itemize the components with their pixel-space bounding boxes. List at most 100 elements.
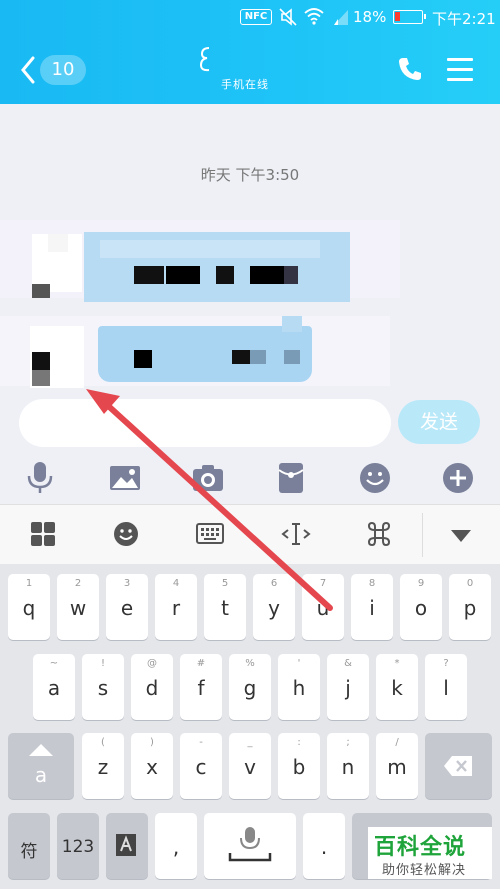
key-hint: / bbox=[395, 737, 399, 748]
apps-grid-icon[interactable] bbox=[30, 521, 56, 547]
key-hint: 8 bbox=[368, 578, 376, 589]
key-label: m bbox=[387, 755, 407, 779]
key-v[interactable]: _ v bbox=[229, 733, 271, 799]
key-o[interactable]: 9o bbox=[400, 574, 442, 640]
send-button[interactable]: 发送 bbox=[398, 400, 480, 444]
online-status: 手机在线 bbox=[221, 78, 269, 91]
shift-arrow-icon bbox=[29, 744, 53, 756]
space-key[interactable] bbox=[204, 813, 296, 879]
message-input[interactable] bbox=[19, 399, 391, 447]
numbers-key[interactable]: 123 bbox=[57, 813, 99, 879]
plus-icon[interactable] bbox=[440, 460, 476, 496]
key-label: d bbox=[145, 676, 159, 700]
key-c[interactable]: -c bbox=[180, 733, 222, 799]
pixelated-message-2 bbox=[0, 310, 410, 390]
key-n[interactable]: ; n bbox=[327, 733, 369, 799]
phone-icon[interactable] bbox=[397, 56, 423, 82]
contact-logo-icon bbox=[199, 47, 210, 72]
backspace-key[interactable] bbox=[425, 733, 492, 799]
command-icon[interactable] bbox=[366, 521, 392, 547]
key-hint: 0 bbox=[466, 578, 474, 589]
key-d[interactable]: @ d bbox=[131, 654, 173, 720]
keyboard-emoji-icon[interactable] bbox=[113, 521, 139, 547]
key-u[interactable]: 7u bbox=[302, 574, 344, 640]
pixelated-message-1 bbox=[0, 212, 410, 308]
watermark-subtitle: 助你轻松解决 bbox=[382, 863, 467, 878]
key-hint: 5 bbox=[221, 578, 229, 589]
backspace-icon bbox=[444, 756, 472, 776]
key-label: t bbox=[221, 596, 229, 620]
key-i[interactable]: 8i bbox=[351, 574, 393, 640]
key-q[interactable]: 1q bbox=[8, 574, 50, 640]
key-hint: 4 bbox=[172, 578, 180, 589]
key-hint: - bbox=[199, 737, 203, 748]
collapse-keyboard-icon[interactable] bbox=[450, 529, 472, 543]
key-m[interactable]: / m bbox=[376, 733, 418, 799]
key-h[interactable]: ' h bbox=[278, 654, 320, 720]
key-hint: * bbox=[394, 658, 400, 669]
cursor-move-icon[interactable] bbox=[281, 521, 311, 547]
key-label: z bbox=[97, 755, 109, 779]
numbers-key-label: 123 bbox=[61, 837, 95, 857]
key-x[interactable]: ) x bbox=[131, 733, 173, 799]
key-hint: ? bbox=[443, 658, 449, 669]
key-hint: 2 bbox=[74, 578, 82, 589]
key-label: e bbox=[120, 596, 134, 620]
menu-icon[interactable] bbox=[447, 58, 473, 81]
image-icon[interactable] bbox=[107, 460, 143, 496]
key-label: s bbox=[97, 676, 109, 700]
comma-key-label: , bbox=[172, 835, 180, 859]
key-label: y bbox=[268, 596, 280, 620]
battery-icon bbox=[393, 10, 426, 24]
key-hint: 1 bbox=[25, 578, 33, 589]
key-p[interactable]: 0p bbox=[449, 574, 491, 640]
mic-icon[interactable] bbox=[22, 460, 58, 496]
key-label: i bbox=[369, 596, 375, 620]
key-label: g bbox=[243, 676, 257, 700]
battery-percent: 18% bbox=[353, 8, 387, 26]
key-s[interactable]: ! s bbox=[82, 654, 124, 720]
key-hint: 9 bbox=[417, 578, 425, 589]
key-l[interactable]: ? l bbox=[425, 654, 467, 720]
key-label: v bbox=[244, 755, 256, 779]
key-t[interactable]: 5t bbox=[204, 574, 246, 640]
camera-icon[interactable] bbox=[190, 460, 226, 496]
shift-key-label: a bbox=[34, 763, 48, 787]
toolbar-divider bbox=[422, 513, 423, 557]
key-label: b bbox=[292, 755, 306, 779]
key-g[interactable]: % g bbox=[229, 654, 271, 720]
red-packet-icon[interactable] bbox=[273, 460, 309, 496]
shift-key[interactable]: a bbox=[8, 733, 74, 799]
nfc-indicator: NFC bbox=[240, 9, 272, 25]
chat-area: 昨天 下午3:50 bbox=[0, 104, 500, 394]
symbols-key[interactable]: 符 bbox=[8, 813, 50, 879]
key-hint: 3 bbox=[123, 578, 131, 589]
keyboard-layout-icon[interactable] bbox=[196, 521, 224, 547]
key-j[interactable]: & j bbox=[327, 654, 369, 720]
key-a[interactable]: ~ a bbox=[33, 654, 75, 720]
period-key[interactable]: . bbox=[303, 813, 345, 879]
key-label: q bbox=[22, 596, 36, 620]
key-b[interactable]: :b bbox=[278, 733, 320, 799]
key-e[interactable]: 3e bbox=[106, 574, 148, 640]
watermark-title: 百科全说 bbox=[374, 835, 467, 860]
comma-key[interactable]: , bbox=[155, 813, 197, 879]
emoji-icon[interactable] bbox=[357, 460, 393, 496]
key-r[interactable]: 4r bbox=[155, 574, 197, 640]
back-button[interactable]: 10 bbox=[20, 53, 90, 87]
key-label: k bbox=[391, 676, 403, 700]
key-hint: ( bbox=[101, 737, 105, 748]
key-label: a bbox=[47, 676, 61, 700]
key-z[interactable]: (z bbox=[82, 733, 124, 799]
key-w[interactable]: 2w bbox=[57, 574, 99, 640]
key-hint: & bbox=[344, 658, 352, 669]
key-label: l bbox=[443, 676, 449, 700]
key-f[interactable]: # f bbox=[180, 654, 222, 720]
key-k[interactable]: * k bbox=[376, 654, 418, 720]
language-key[interactable] bbox=[106, 813, 148, 879]
mute-icon bbox=[279, 8, 297, 26]
key-hint: ~ bbox=[49, 658, 59, 669]
wifi-icon bbox=[304, 8, 324, 25]
key-y[interactable]: 6y bbox=[253, 574, 295, 640]
language-switch-icon bbox=[116, 834, 136, 856]
